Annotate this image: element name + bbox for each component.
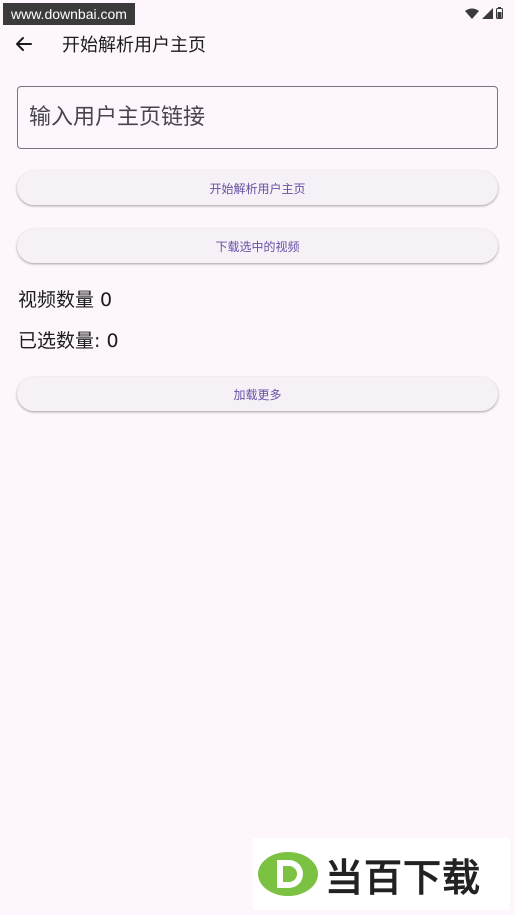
download-selected-button[interactable]: 下载选中的视频 xyxy=(17,229,498,263)
brand-text: 当百下载 xyxy=(325,855,482,900)
battery-icon xyxy=(496,4,503,23)
brand-watermark: 当百下载 xyxy=(253,838,510,910)
parse-homepage-button[interactable]: 开始解析用户主页 xyxy=(17,171,498,205)
page-title: 开始解析用户主页 xyxy=(62,35,206,56)
selected-count-label: 已选数量: 0 xyxy=(18,330,119,352)
signal-icon xyxy=(482,4,493,23)
app-bar: 开始解析用户主页 xyxy=(0,26,515,66)
load-more-button[interactable]: 加载更多 xyxy=(17,377,498,411)
wifi-icon xyxy=(465,4,479,23)
url-input-container xyxy=(17,86,498,149)
video-count-label: 视频数量 0 xyxy=(18,289,113,311)
url-input[interactable] xyxy=(18,87,497,148)
status-icons xyxy=(465,4,503,23)
status-bar: www.downbai.com xyxy=(0,0,515,26)
arrow-left-icon xyxy=(15,35,33,57)
brand-logo-icon xyxy=(257,850,319,898)
back-button[interactable] xyxy=(12,34,36,58)
site-watermark: www.downbai.com xyxy=(3,3,135,25)
